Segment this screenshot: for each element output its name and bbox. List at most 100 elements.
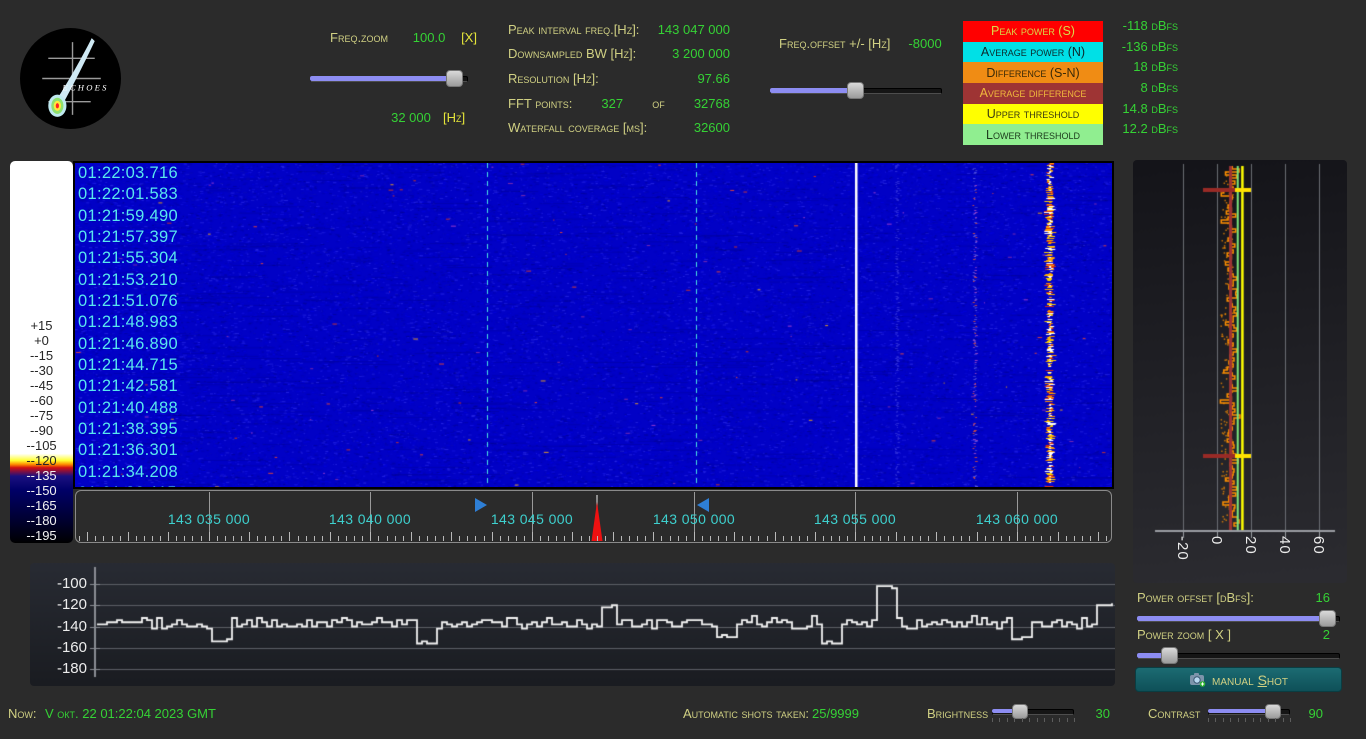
readout-average-difference: 8 dBfs: [1092, 78, 1178, 99]
manual-shot-button[interactable]: manual Shot: [1135, 667, 1342, 692]
waterfall-display[interactable]: 01:22:03.71601:22:01.58301:21:59.49001:2…: [73, 161, 1114, 489]
ruler-minor-tick: [265, 536, 266, 541]
ruler-minor-tick: [217, 536, 218, 541]
ruler-minor-tick: [467, 536, 468, 541]
freq-zoom-value: 100.0: [405, 30, 453, 45]
power-offset-slider-handle[interactable]: [1319, 610, 1336, 627]
ruler-minor-tick: [977, 532, 978, 541]
ruler-minor-tick: [1009, 536, 1010, 541]
slider-tick: [999, 718, 1000, 722]
power-zoom-slider-fill: [1137, 653, 1163, 658]
slider-tick: [1044, 718, 1045, 722]
scale-label: --120: [10, 453, 73, 468]
ruler-minor-tick: [152, 536, 153, 541]
stat-value: 143 047 000: [658, 22, 730, 37]
ruler-minor-tick: [322, 536, 323, 541]
freq-zoom-slider-handle[interactable]: [446, 70, 463, 87]
ruler-minor-tick: [1033, 536, 1034, 541]
freq-zoom-label: Freq.zoom: [330, 30, 388, 45]
legend-difference[interactable]: Difference (S-N): [963, 62, 1103, 83]
legend-peak-power[interactable]: Peak power (S): [963, 21, 1103, 42]
waterfall-timestamp: 01:21:44.715: [78, 356, 178, 375]
now-label: Now:: [8, 706, 37, 721]
ruler-minor-tick: [775, 532, 776, 541]
power-zoom-slider[interactable]: [1137, 647, 1340, 663]
legend-label: Difference (S-N): [986, 66, 1079, 80]
ruler-minor-tick: [338, 536, 339, 541]
power-zoom-slider-handle[interactable]: [1161, 647, 1178, 664]
slider-tick: [1007, 718, 1008, 722]
ruler-minor-tick: [184, 536, 185, 541]
ruler-minor-tick: [710, 536, 711, 541]
ruler-minor-tick: [613, 532, 614, 541]
ruler-minor-tick: [564, 536, 565, 541]
ruler-minor-tick: [629, 536, 630, 541]
waterfall-timestamp: 01:22:01.583: [78, 185, 178, 204]
freq-span-unit: [Hz]: [443, 110, 465, 125]
scale-label: --195: [10, 528, 73, 543]
ruler-minor-tick: [330, 532, 331, 541]
shots-taken-label: Automatic shots taken:: [683, 706, 809, 721]
waterfall-timestamp: 01:21:40.488: [78, 399, 178, 418]
interval-end-marker[interactable]: [697, 498, 709, 512]
power-scope: -100-120-140-160-180: [30, 563, 1115, 686]
ruler-minor-tick: [516, 536, 517, 541]
brightness-label: Brightness: [927, 706, 988, 721]
stats-row-peak-freq: Peak interval freq.[Hz]: 143 047 000: [508, 17, 730, 42]
ruler-minor-tick: [661, 536, 662, 541]
power-offset-label: Power offset [dBfs]:: [1137, 590, 1254, 605]
legend-upper-threshold[interactable]: Upper threshold: [963, 104, 1103, 125]
stat-value: 32600: [694, 120, 730, 135]
ruler-minor-tick: [306, 536, 307, 541]
freq-offset-slider[interactable]: [770, 82, 942, 98]
scope-axis-label: -120: [30, 596, 87, 614]
ruler-minor-tick: [1090, 536, 1091, 541]
freq-offset-slider-handle[interactable]: [847, 82, 864, 99]
ruler-minor-tick: [847, 536, 848, 541]
ruler-minor-tick: [653, 532, 654, 541]
brightness-value: 30: [1080, 706, 1110, 721]
ruler-minor-tick: [1017, 532, 1018, 541]
interval-start-marker[interactable]: [475, 498, 487, 512]
legend-average-difference[interactable]: Average difference: [963, 83, 1103, 104]
power-color-scale: +15+0--15--30--45--60--75--90--105--120-…: [10, 161, 73, 543]
brightness-slider[interactable]: [992, 704, 1074, 718]
waterfall-timestamp: 01:21:51.076: [78, 292, 178, 311]
peak-frequency-marker[interactable]: [586, 495, 608, 541]
ruler-minor-tick: [532, 532, 533, 541]
freq-offset-slider-fill: [770, 88, 854, 93]
ruler-minor-tick: [572, 532, 573, 541]
scope-canvas: [30, 563, 1115, 686]
ruler-minor-tick: [1106, 536, 1107, 541]
scale-label: --60: [10, 393, 73, 408]
scale-label: +0: [10, 333, 73, 348]
slider-tick: [1052, 718, 1053, 722]
brightness-slider-handle[interactable]: [1012, 704, 1028, 719]
legend-label: Lower threshold: [986, 128, 1080, 142]
ruler-minor-tick: [985, 536, 986, 541]
legend-lower-threshold[interactable]: Lower threshold: [963, 124, 1103, 145]
ruler-minor-tick: [1098, 532, 1099, 541]
power-offset-slider[interactable]: [1137, 610, 1340, 626]
contrast-slider-handle[interactable]: [1265, 704, 1281, 719]
waterfall-timestamp: 01:21:38.395: [78, 420, 178, 439]
contrast-slider[interactable]: [1208, 704, 1290, 718]
freq-zoom-slider[interactable]: [310, 70, 468, 86]
slider-tick: [1215, 718, 1216, 722]
ruler-minor-tick: [484, 536, 485, 541]
ruler-minor-tick: [896, 532, 897, 541]
scale-label: --75: [10, 408, 73, 423]
slider-tick: [1260, 718, 1261, 722]
ruler-minor-tick: [637, 536, 638, 541]
waterfall-timestamp: 01:21:36.301: [78, 441, 178, 460]
ruler-minor-tick: [281, 536, 282, 541]
ruler-minor-tick: [144, 536, 145, 541]
ruler-minor-tick: [435, 536, 436, 541]
ruler-minor-tick: [750, 536, 751, 541]
legend-average-power[interactable]: Average power (N): [963, 42, 1103, 63]
scale-label: --180: [10, 513, 73, 528]
scale-label: --15: [10, 348, 73, 363]
ruler-minor-tick: [726, 536, 727, 541]
ruler-minor-tick: [120, 536, 121, 541]
ruler-minor-tick: [920, 536, 921, 541]
